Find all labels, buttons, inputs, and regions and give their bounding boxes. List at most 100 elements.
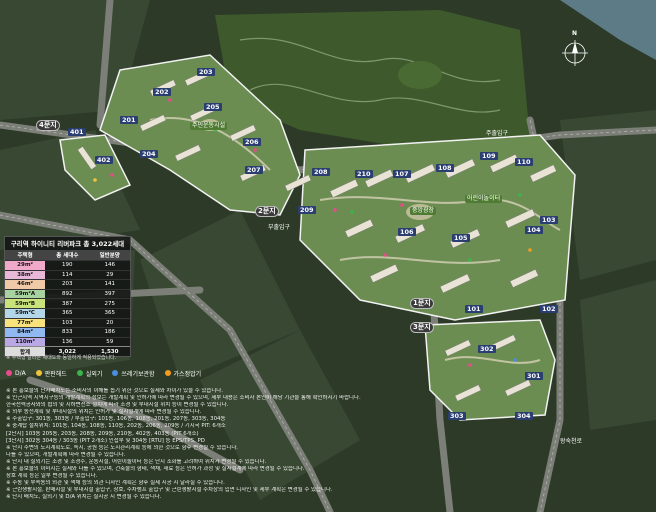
- legend-label: D/A: [15, 369, 26, 377]
- table-cell-type: 59m²B: [5, 298, 46, 309]
- building-label-105: 105: [452, 234, 470, 242]
- table-header-total: 총 세대수: [45, 250, 90, 261]
- table-cell-total: 103: [45, 317, 90, 328]
- note-line: ※ 단지 배치도, 실외기 및 D/A 위치는 실시공 시 변경될 수 있습니다…: [6, 494, 162, 501]
- legend-label: 실외기: [85, 370, 103, 378]
- building-label-209: 209: [298, 206, 316, 214]
- table-cell-total: 190: [45, 260, 90, 271]
- legend-marker-icon: [112, 370, 119, 376]
- site-map: { "table": { "title": "구리역 하이니티 리버파크 총 3…: [0, 0, 656, 512]
- table-cell-total: 892: [45, 288, 90, 299]
- note-line: ※ 주출입구: 301동, 303동 / 부출입구: 101동, 106동, 1…: [6, 416, 226, 423]
- table-cell-type: 59m²A: [5, 288, 46, 299]
- legend-item: 가스정압기: [164, 368, 202, 378]
- note-line: ※ 근린생활시설, 판매시설 및 부대시설 출입구, 창호, 주차램프 출입구 …: [6, 487, 333, 494]
- building-label-204: 204: [140, 150, 158, 158]
- table-cell-type: 77m²: [5, 317, 46, 328]
- table-cell-type: 46m²: [5, 279, 46, 290]
- north-label: N: [572, 30, 578, 37]
- table-header-type: 주택형: [5, 250, 46, 261]
- note-line: ※ 외부 동선계획 및 부대시설의 위치는 인허가 및 실시설계에 따라 변경될…: [6, 409, 202, 416]
- building-label-106: 106: [398, 228, 416, 236]
- legend-label: 판판해드: [44, 370, 67, 378]
- table-body: 29m² 190 146 38m² 114 29 46m² 203 141 59m²A 892 397…: [5, 260, 130, 356]
- table-cell-total: 114: [45, 269, 90, 280]
- table-cell-total: 136: [45, 336, 90, 347]
- table-cell-general: 397: [89, 288, 130, 299]
- legend-item: 실외기: [76, 368, 103, 378]
- legend-label: 가스정압기: [173, 370, 202, 378]
- table-cell-type: 110m²: [5, 336, 46, 347]
- table-note: ※ 주택형 칼라는 세대도와 동일하게 적용되었습니다.: [6, 355, 117, 361]
- building-label-402: 402: [95, 156, 113, 164]
- building-label-210: 210: [355, 170, 373, 178]
- table-cell-type: 38m²: [5, 269, 46, 280]
- building-label-206: 206: [243, 138, 261, 146]
- note-line: 다를 수 있으며, 개발계획에 따라 변경될 수 있습니다.: [6, 451, 126, 458]
- legend: D/A 판판해드 실외기 쓰레기보관함 가스정압기: [6, 368, 201, 378]
- building-label-202: 202: [153, 88, 171, 96]
- table-title: 구리역 하이니티 리버파크 총 3,022세대: [10, 240, 125, 248]
- note-line: ※ 중계탑 설치위치: 101동, 104동, 108동, 110동, 202동…: [6, 423, 226, 430]
- table-cell-type: 84m²: [5, 327, 46, 338]
- building-label-208: 208: [312, 168, 330, 176]
- table-row: 110m² 136 59: [5, 336, 130, 347]
- table-cell-total: 365: [45, 307, 90, 319]
- compass-icon: [562, 40, 588, 66]
- building-label-301: 301: [525, 372, 543, 380]
- table-header-general: 일반분양: [89, 250, 130, 261]
- zone-label-playground: 어린이놀이터: [465, 195, 503, 203]
- building-label-109: 109: [480, 152, 498, 160]
- table-cell-general: 275: [89, 298, 130, 309]
- legend-item: 쓰레기보관함: [112, 368, 155, 378]
- zone-label-plaza: 중앙광장: [410, 207, 437, 215]
- legend-item: 판판해드: [35, 368, 67, 378]
- building-label-101: 101: [465, 305, 483, 313]
- gate-label-1: 1문지: [410, 298, 434, 309]
- note-line: 창호 계획 등은 일부 변경될 수 있습니다.: [6, 473, 98, 480]
- note-line: 한국전력공사와의 협의 및 지하변전소 설치에 따라 조경 및 부대시설 위치 …: [6, 402, 229, 409]
- building-label-110: 110: [515, 158, 533, 166]
- building-label-205: 205: [204, 103, 222, 111]
- table-cell-general: 186: [89, 327, 130, 338]
- building-label-203: 203: [197, 68, 215, 76]
- zone-label-fitness: 주민운동시설: [190, 122, 228, 130]
- table-cell-general: 141: [89, 279, 130, 290]
- building-label-103: 103: [540, 216, 558, 224]
- table-cell-general: 59: [89, 336, 130, 347]
- building-label-401: 401: [68, 128, 86, 136]
- unit-table-grid: 주택형 총 세대수 일반분양 29m² 190 146 38m² 114 29 46m² 20…: [5, 250, 130, 356]
- table-row: 59m²C 365 365: [5, 307, 130, 319]
- building-label-108: 108: [436, 164, 454, 172]
- disclaimer-notes: ※ 본 홍보물의 단지배치도는 소비자의 이해를 돕기 위한 것으로 실제와 차…: [6, 388, 646, 502]
- building-label-102: 102: [540, 305, 558, 313]
- legend-marker-icon: [35, 370, 42, 376]
- note-line: [2단지] 103동 205동, 203동, 208동, 209동, 210동,…: [6, 430, 199, 437]
- unit-type-table: 구리역 하이니티 리버파크 총 3,022세대 주택형 총 세대수 일반분양 2…: [4, 236, 131, 357]
- table-row: 38m² 114 29: [5, 269, 130, 280]
- main-gate-label: 주출입구: [486, 130, 509, 137]
- table-row: 59m²A 892 397: [5, 288, 130, 299]
- building-label-201: 201: [120, 116, 138, 124]
- note-line: ※ 주동 및 부속동의 외관 및 색채 등의 외관 디자인 계획은 향후 실제 …: [6, 480, 225, 487]
- legend-marker-icon: [164, 370, 171, 376]
- legend-marker-icon: [76, 370, 83, 376]
- note-line: ※ 인근지역 지역지구등의 개발계획의 정보는 개발계획 및 인허가에 따라 변…: [6, 395, 361, 402]
- note-line: ※ 본 홍보물의 단지배치도는 소비자의 이해를 돕기 위한 것으로 실제와 차…: [6, 388, 223, 394]
- table-cell-general: 20: [89, 317, 130, 328]
- table-cell-total: 833: [45, 327, 90, 338]
- table-row: 59m²B 387 275: [5, 298, 130, 309]
- note-line: ※ 단지 주변의 도시계획도로, 녹지, 공원 등은 도시관리계획 등에 의한 …: [6, 444, 239, 451]
- note-line: ※ 본 홍보물의 이미지는 실제와 다를 수 있으며, 건축물의 형태, 색채,…: [6, 466, 305, 473]
- table-cell-type: 29m²: [5, 260, 46, 271]
- table-row: 29m² 190 146: [5, 260, 130, 271]
- table-cell-total: 203: [45, 279, 90, 290]
- table-cell-type: 59m²C: [5, 307, 46, 319]
- building-label-107: 107: [393, 170, 411, 178]
- note-line: [3단지] 302동 304동 / 303동 (PIT 2개소) 인접부 및 3…: [6, 437, 205, 444]
- building-label-104: 104: [525, 226, 543, 234]
- gate-label-4: 4문지: [36, 120, 60, 131]
- gate-label-2: 2문지: [255, 206, 279, 217]
- legend-label: 쓰레기보관함: [121, 370, 155, 378]
- building-label-207: 207: [245, 166, 263, 174]
